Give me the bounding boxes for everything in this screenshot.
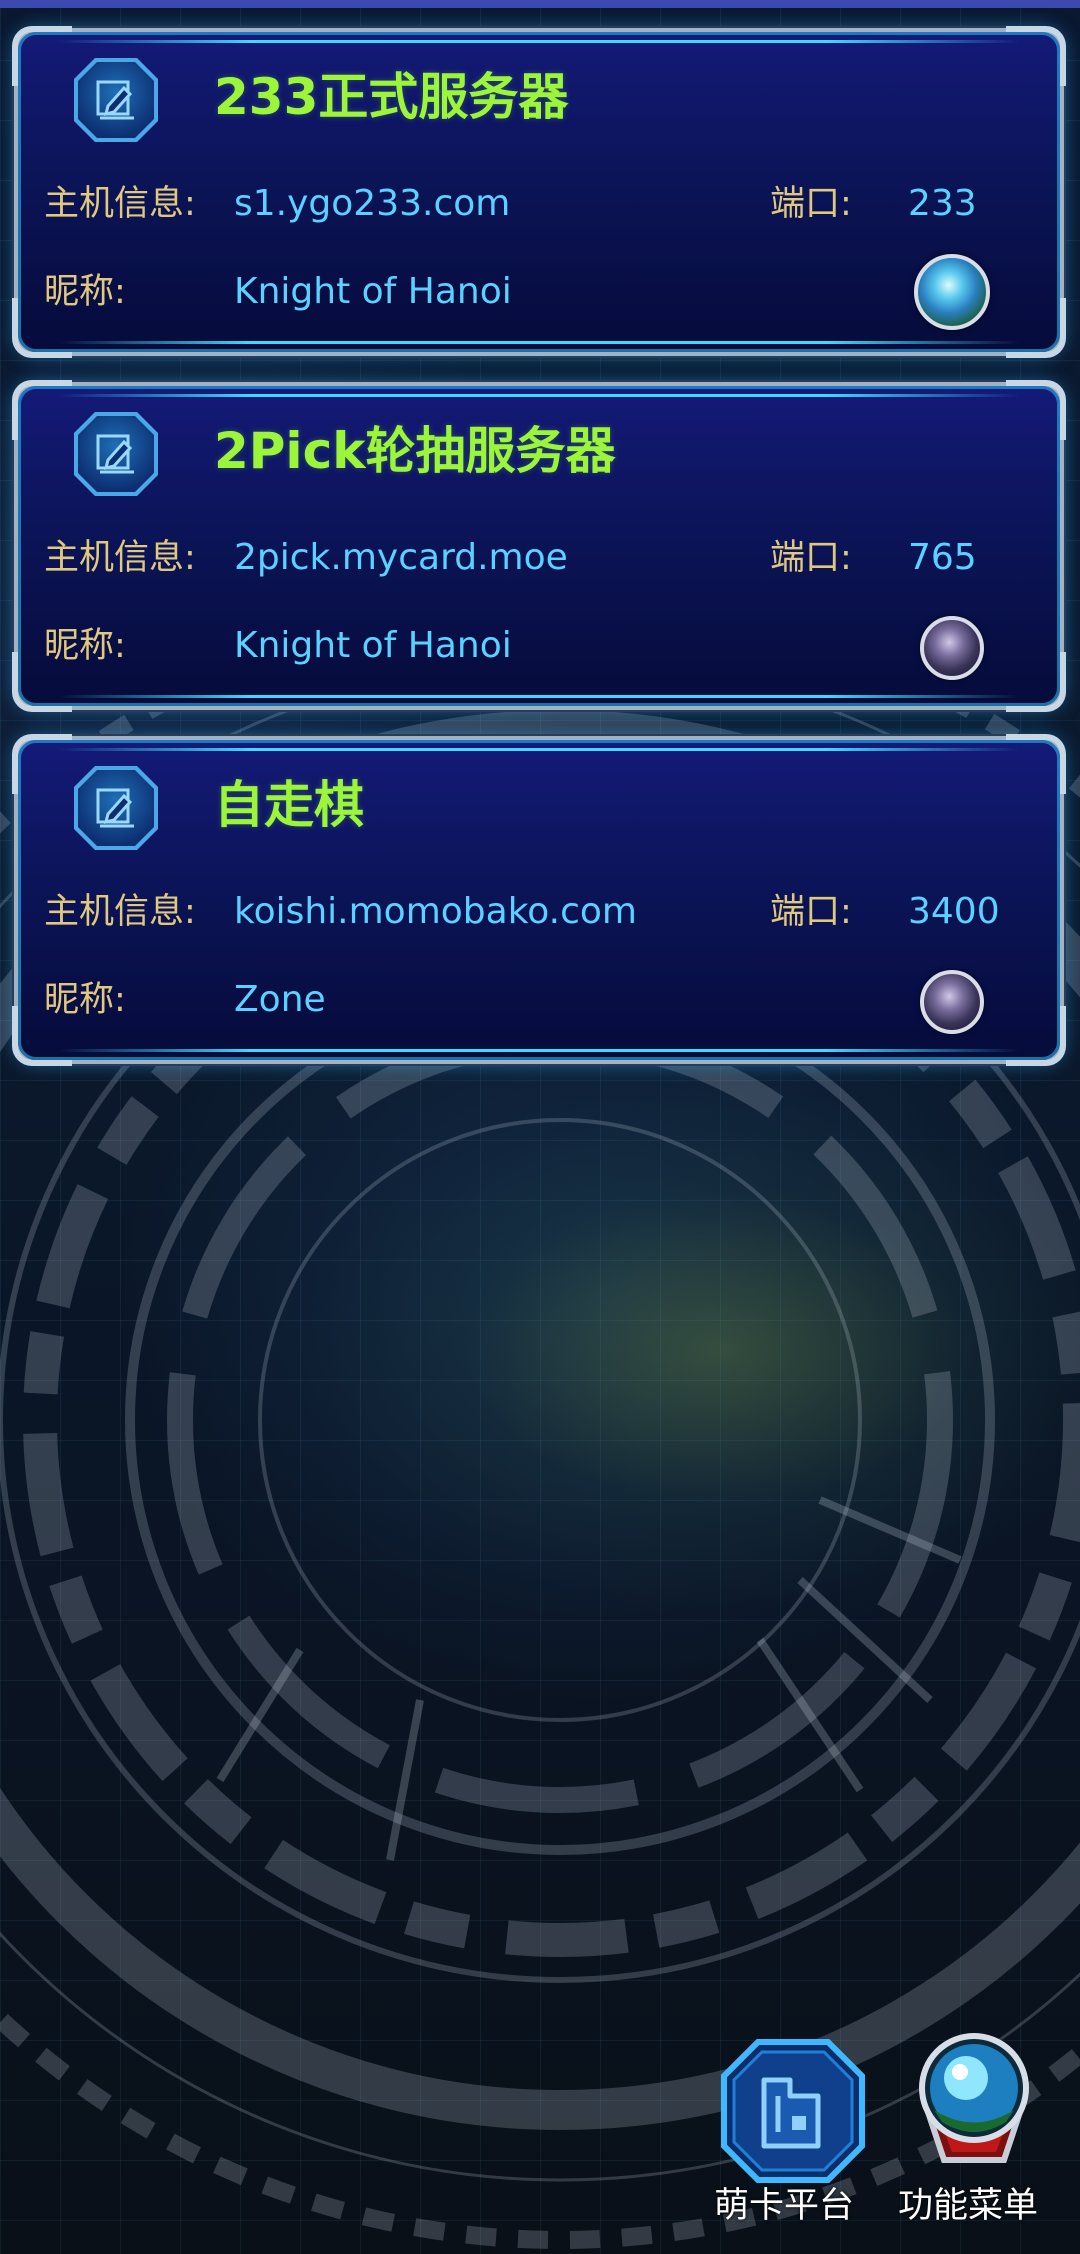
edit-server-button[interactable] xyxy=(74,766,158,850)
pencil-edit-icon xyxy=(96,788,134,828)
status-bar-strip xyxy=(0,0,1080,8)
host-label: 主机信息: xyxy=(44,892,196,932)
edit-server-button[interactable] xyxy=(74,58,158,142)
frame-corner xyxy=(1006,1006,1066,1066)
frame-corner xyxy=(12,380,72,440)
avatar-status-icon[interactable] xyxy=(920,970,984,1034)
function-menu-label[interactable]: 功能菜单 xyxy=(898,2184,1038,2228)
port-value: 233 xyxy=(908,183,977,224)
host-value: s1.ygo233.com xyxy=(234,183,511,224)
port-value: 3400 xyxy=(908,891,1000,932)
host-label: 主机信息: xyxy=(44,538,196,578)
nickname-label: 昵称: xyxy=(44,980,126,1020)
pencil-edit-icon xyxy=(96,80,134,120)
nickname-value: Knight of Hanoi xyxy=(234,271,512,312)
nickname-value: Zone xyxy=(234,979,326,1020)
nickname-label: 昵称: xyxy=(44,626,126,666)
server-title: 自走棋 xyxy=(214,776,364,834)
frame-corner xyxy=(1006,26,1066,86)
server-card-autochess[interactable]: 自走棋 主机信息: koishi.momobako.com 端口: 3400 昵… xyxy=(12,734,1066,1066)
frame-corner xyxy=(12,26,72,86)
edit-server-button[interactable] xyxy=(74,412,158,496)
frame-corner xyxy=(1006,734,1066,794)
app-screen: 233正式服务器 主机信息: s1.ygo233.com 端口: 233 昵称:… xyxy=(0,0,1080,2254)
server-card-233[interactable]: 233正式服务器 主机信息: s1.ygo233.com 端口: 233 昵称:… xyxy=(12,26,1066,358)
function-menu-icon xyxy=(919,2033,1029,2163)
function-menu-button[interactable] xyxy=(894,2030,1044,2180)
host-value: koishi.momobako.com xyxy=(234,891,637,932)
server-title: 233正式服务器 xyxy=(214,68,569,126)
frame-corner xyxy=(1006,380,1066,440)
server-card-2pick[interactable]: 2Pick轮抽服务器 主机信息: 2pick.mycard.moe 端口: 76… xyxy=(12,380,1066,712)
nickname-label: 昵称: xyxy=(44,272,126,312)
nickname-value: Knight of Hanoi xyxy=(234,625,512,666)
pencil-edit-icon xyxy=(96,434,134,474)
frame-corner xyxy=(1006,298,1066,358)
mycard-platform-icon xyxy=(721,2039,865,2183)
port-label: 端口: xyxy=(770,892,852,932)
port-label: 端口: xyxy=(770,538,852,578)
mycard-platform-button[interactable] xyxy=(718,2036,868,2186)
host-value: 2pick.mycard.moe xyxy=(234,537,568,578)
server-title: 2Pick轮抽服务器 xyxy=(214,422,616,480)
port-value: 765 xyxy=(908,537,977,578)
host-label: 主机信息: xyxy=(44,184,196,224)
mycard-platform-label[interactable]: 萌卡平台 xyxy=(714,2184,854,2228)
port-label: 端口: xyxy=(770,184,852,224)
frame-corner xyxy=(12,734,72,794)
avatar-status-icon[interactable] xyxy=(920,616,984,680)
avatar-status-icon[interactable] xyxy=(914,254,990,330)
frame-corner xyxy=(1006,652,1066,712)
